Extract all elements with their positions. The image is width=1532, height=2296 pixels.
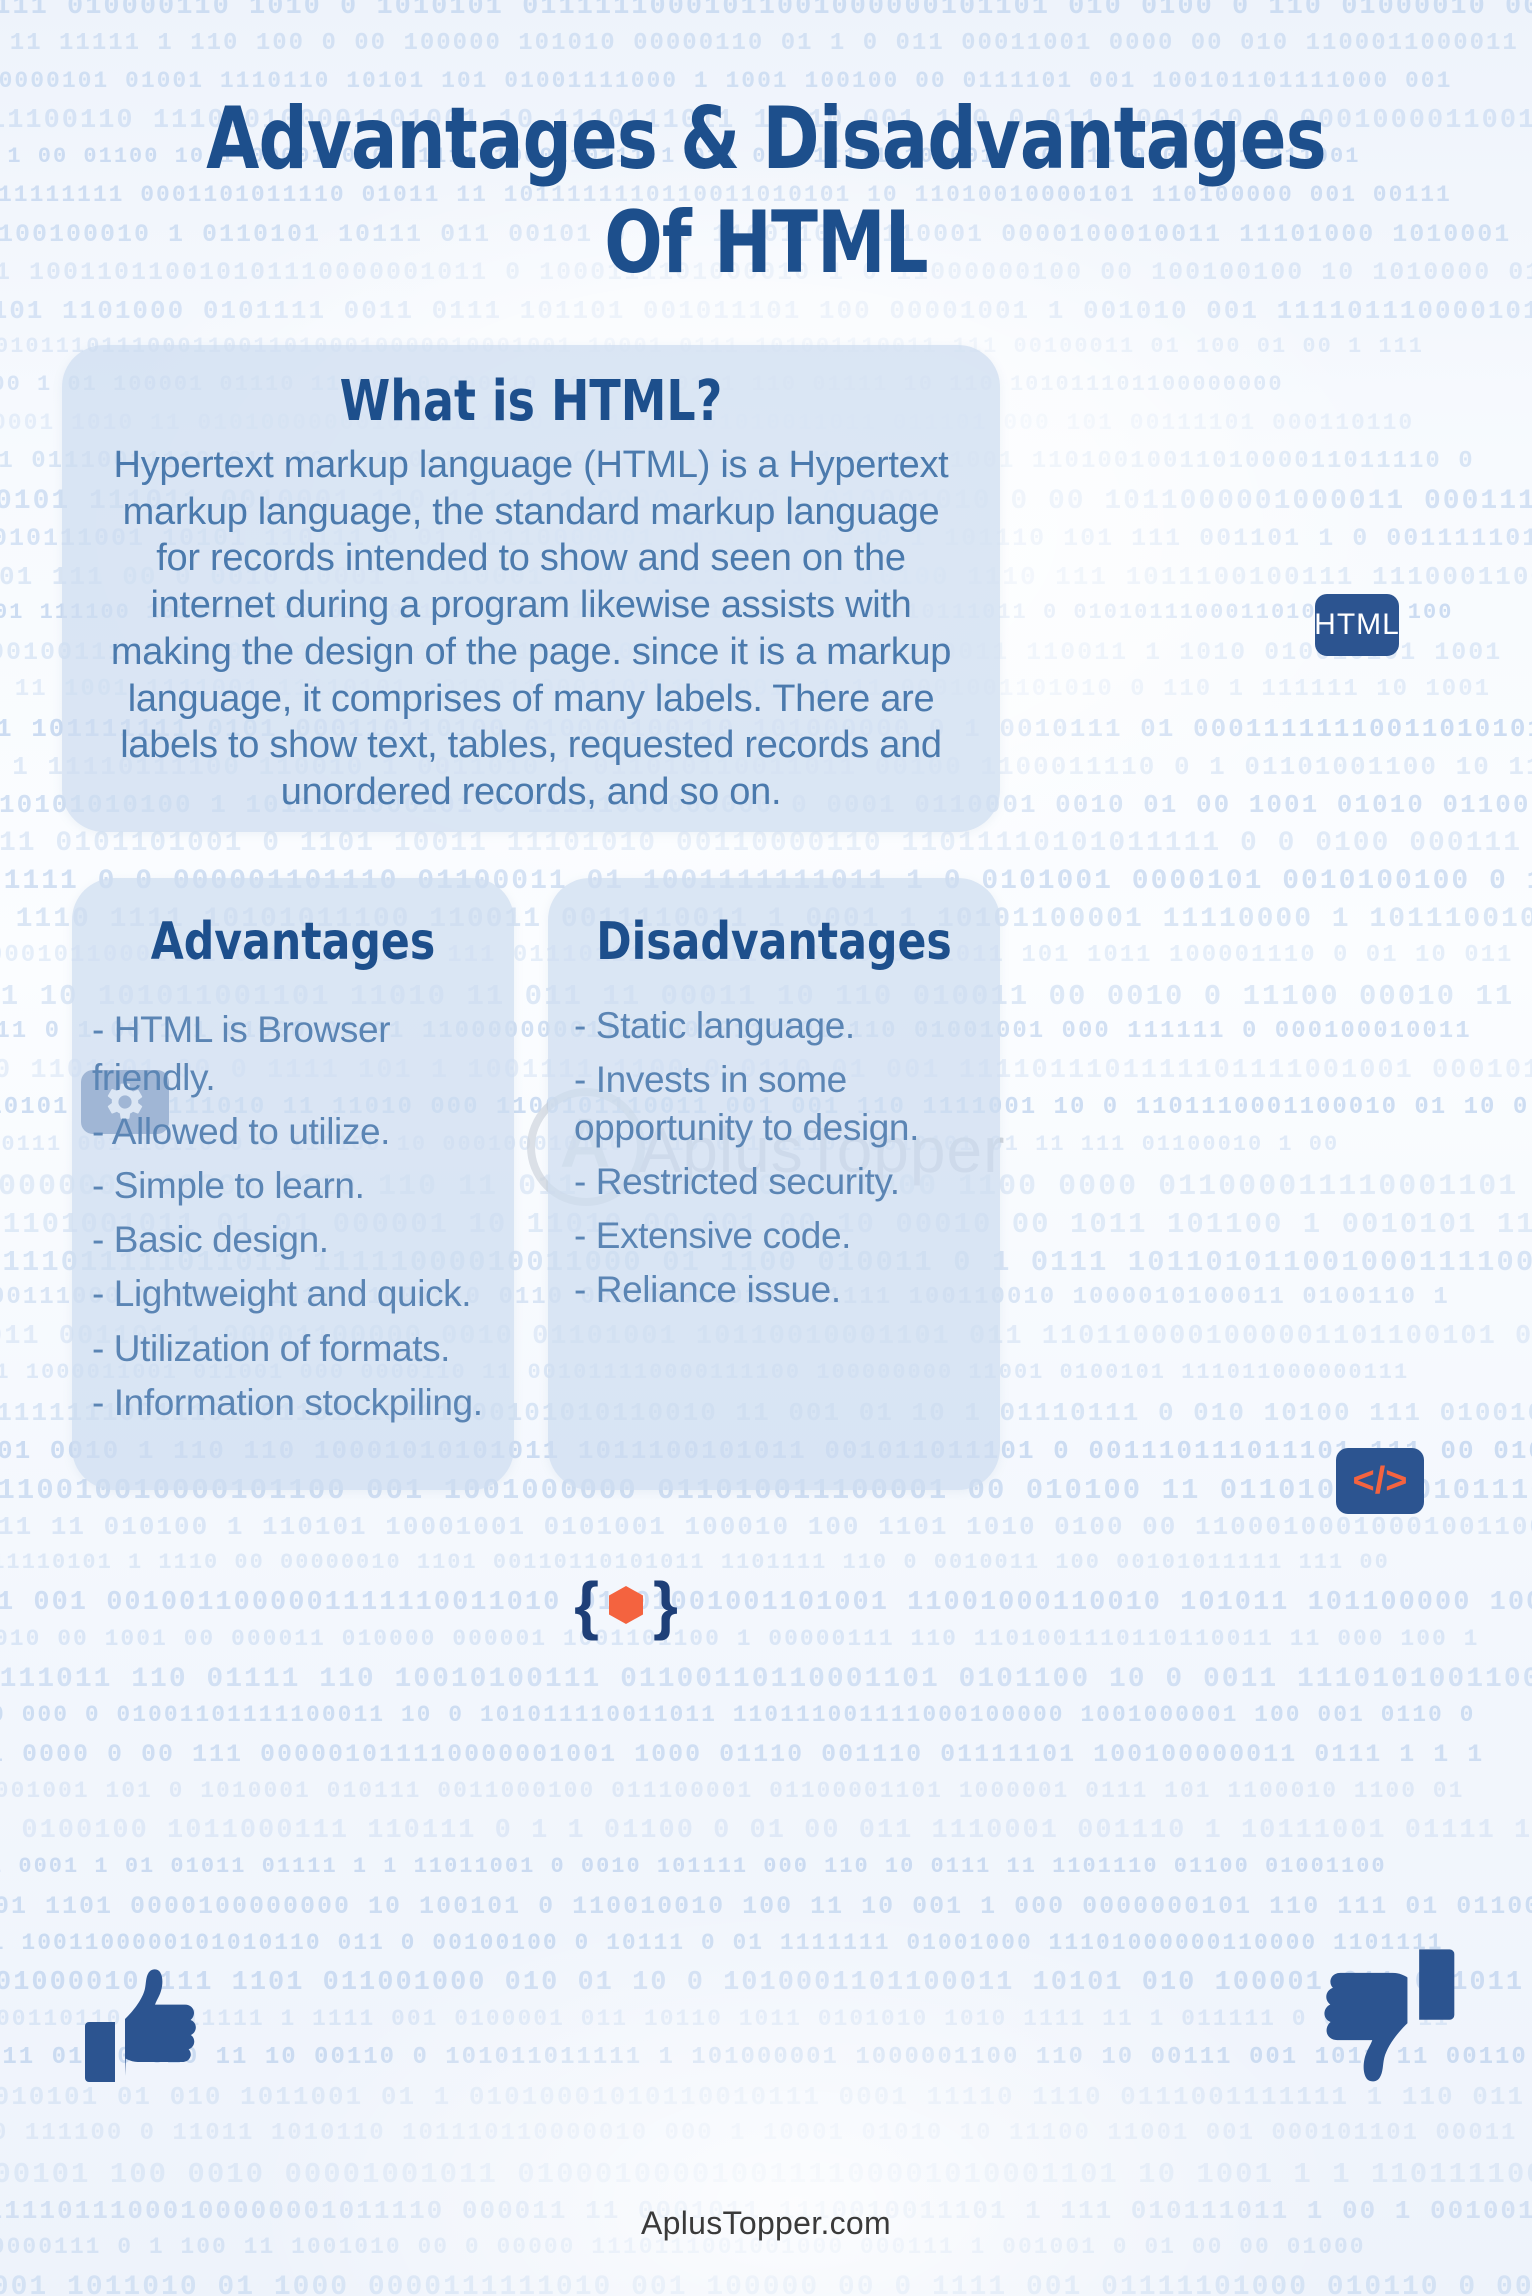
thumbs-up-icon (85, 1969, 196, 2082)
infographic-page: Advantages & Disadvantages Of HTML What … (0, 0, 1532, 2296)
list-item: - Restricted security. (574, 1161, 900, 1203)
curly-braces-hexagon-icon: { } (571, 1565, 681, 1645)
code-tag-label: </> (1352, 1459, 1408, 1502)
advantages-list: - HTML is Browser friendly. - Allowed to… (72, 972, 514, 1427)
list-item: - Reliance issue. (574, 1269, 841, 1311)
list-item: - Allowed to utilize. (92, 1111, 391, 1153)
advantages-card: Advantages - HTML is Browser friendly. -… (72, 878, 514, 1490)
what-is-html-title: What is HTML? (339, 369, 723, 434)
title-line-1: Advantages & Disadvantages (206, 89, 1327, 189)
footer-site-name: AplusTopper.com (641, 2205, 891, 2241)
brace-open: { (574, 1569, 599, 1641)
list-item: - Utilization of formats. (92, 1327, 451, 1369)
disadvantages-title: Disadvantages (596, 912, 952, 972)
html-badge-icon: HTML (1314, 594, 1400, 656)
page-title: Advantages & Disadvantages Of HTML (0, 89, 1532, 293)
disadvantages-list: - Static language. - Invests in some opp… (548, 972, 1000, 1315)
list-item: - Extensive code. (574, 1215, 852, 1257)
title-line-2: Of HTML (604, 192, 928, 293)
list-item: - Simple to learn. (92, 1165, 365, 1207)
brace-close: } (653, 1569, 678, 1641)
html-badge-label: HTML (1314, 608, 1400, 641)
what-is-html-card: What is HTML? Hypertext markup language … (62, 345, 1000, 832)
list-item: - Information stockpiling. (92, 1381, 483, 1423)
advantages-title: Advantages (150, 912, 436, 972)
what-is-html-body: Hypertext markup language (HTML) is a Hy… (110, 444, 952, 814)
list-item: - Invests in some opportunity to design. (574, 1059, 919, 1149)
list-item: - HTML is Browser friendly. (92, 1009, 391, 1099)
disadvantages-card: Disadvantages - Static language. - Inves… (548, 878, 1000, 1490)
thumbs-down-icon (1324, 1949, 1455, 2082)
list-item: - Lightweight and quick. (92, 1273, 472, 1315)
hexagon-shape (609, 1586, 643, 1624)
list-item: - Static language. (574, 1005, 855, 1046)
code-tag-icon: </> (1336, 1448, 1424, 1514)
list-item: - Basic design. (92, 1219, 329, 1261)
